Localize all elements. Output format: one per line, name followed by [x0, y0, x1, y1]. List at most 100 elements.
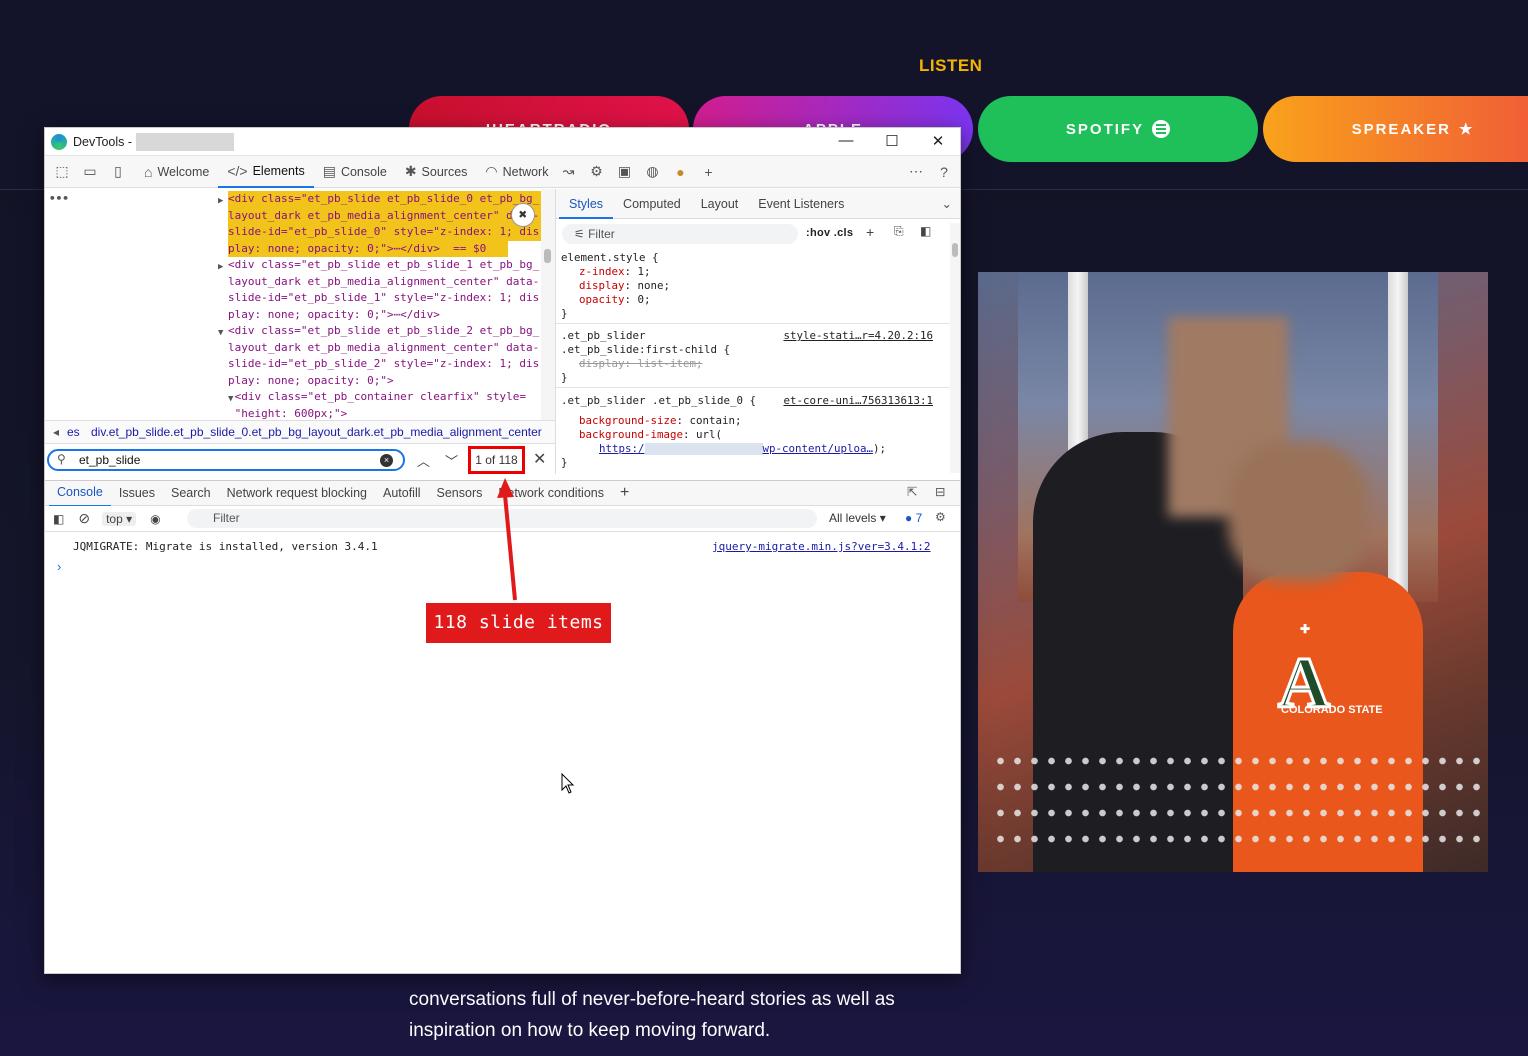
tab-computed[interactable]: Computed — [613, 189, 691, 219]
console-filter-input[interactable]: Filter — [187, 509, 817, 528]
close-search-icon[interactable]: ✕ — [533, 449, 546, 469]
close-drawer-icon[interactable]: ⊟ — [935, 484, 945, 499]
css-property[interactable]: z-index: 1; — [579, 265, 651, 279]
url-start[interactable]: https:/ — [599, 442, 645, 455]
rule-source-link[interactable]: style-stati…r=4.20.2:16 — [783, 329, 933, 343]
previous-match-icon[interactable]: ︿ — [417, 451, 430, 470]
css-property[interactable]: display: none; — [579, 279, 670, 293]
dom-node-line[interactable]: play: none; opacity: 0;">⋯</div> — [228, 307, 548, 324]
search-query[interactable]: et_pb_slide — [79, 453, 140, 467]
expand-arrow-icon[interactable]: ▶ — [218, 193, 223, 210]
dom-node-line[interactable]: play: none; opacity: 0;">⋯</div> == $0 — [228, 240, 508, 257]
maximize-button[interactable]: ☐ — [869, 132, 915, 150]
spotify-button[interactable]: SPOTIFY — [978, 96, 1258, 162]
listen-heading: LISTEN — [919, 56, 983, 75]
live-expression-icon[interactable]: ◉ — [150, 512, 160, 526]
drawer-tab-issues[interactable]: Issues — [111, 480, 163, 506]
tab-event-listeners[interactable]: Event Listeners — [748, 189, 854, 219]
inspect-element-icon[interactable]: ⬚ — [51, 161, 73, 183]
devtools-main-tabs: ⬚ ▭ ▯ ⌂ Welcome </> Elements ▤ Console ✱ Sou… — [45, 156, 960, 188]
css-property[interactable]: opacity: 0; — [579, 293, 651, 307]
elements-overflow-icon[interactable]: ••• — [49, 191, 69, 208]
accessibility-icon[interactable]: ✖ — [511, 203, 535, 227]
add-drawer-tab-icon[interactable]: + — [612, 480, 637, 506]
dom-node-line[interactable]: play: none; opacity: 0;"> — [228, 373, 548, 390]
rule-selector: element.style { — [561, 251, 659, 264]
network-globe-icon[interactable]: ◍ — [641, 161, 663, 183]
spreaker-button[interactable]: SPREAKER ★ — [1263, 96, 1528, 162]
console-message-source[interactable]: jquery-migrate.min.js?ver=3.4.1:2 — [712, 540, 931, 553]
log-levels-select[interactable]: All levels ▾ — [829, 511, 886, 525]
element-state-icon[interactable]: ⎘ — [894, 224, 904, 239]
chevron-down-icon[interactable]: ⌄ — [942, 196, 952, 211]
drawer-tab-network-conditions[interactable]: Network conditions — [490, 480, 612, 506]
slider-pagination-dots[interactable] — [992, 748, 1482, 848]
expand-arrow-icon[interactable]: ▶ — [218, 259, 223, 276]
dom-node-line[interactable]: <div class="et_pb_container clearfix" st… — [228, 389, 548, 406]
property-name: opacity — [579, 293, 625, 306]
rule-source-link[interactable]: et-core-uni…756313613:1 — [783, 394, 933, 408]
help-icon[interactable]: ? — [933, 161, 955, 183]
css-property[interactable]: background-image: url( — [579, 428, 722, 442]
drawer-tab-network-request-blocking[interactable]: Network request blocking — [219, 480, 375, 506]
styles-filter-input[interactable]: ⚟ Filter — [562, 224, 798, 244]
dom-node-line[interactable]: <div class="et_pb_slide et_pb_slide_0 et… — [228, 191, 548, 208]
issues-count-badge[interactable]: ● 7 — [905, 511, 922, 525]
dom-node-line[interactable]: layout_dark et_pb_media_alignment_center… — [228, 340, 548, 357]
drawer-tab-autofill[interactable]: Autofill — [375, 480, 429, 506]
memory-icon[interactable]: ⚙ — [585, 161, 607, 183]
minimize-button[interactable]: — — [823, 132, 869, 149]
dom-node-line[interactable]: slide-id="et_pb_slide_2" style="z-index:… — [228, 356, 548, 373]
new-rule-icon[interactable]: + — [866, 224, 874, 240]
dom-node-line[interactable]: layout_dark et_pb_media_alignment_center… — [228, 207, 548, 224]
dom-search-input[interactable]: ⚲ et_pb_slide × — [47, 449, 405, 471]
tab-console[interactable]: ▤ Console — [314, 156, 396, 188]
sidebar-toggle-icon[interactable]: ◧ — [920, 224, 931, 238]
breadcrumb[interactable]: ◂ es div.et_pb_slide.et_pb_slide_0.et_pb… — [45, 420, 555, 444]
breadcrumb-left-arrow-icon[interactable]: ◂ — [53, 421, 59, 443]
dom-node-line[interactable]: slide-id="et_pb_slide_0" style="z-index:… — [228, 224, 548, 241]
dom-node-line[interactable]: <div class="et_pb_slide et_pb_slide_1 et… — [228, 257, 548, 274]
cookie-icon[interactable]: ● — [669, 161, 691, 183]
tab-layout[interactable]: Layout — [691, 189, 749, 219]
elements-scrollbar[interactable] — [541, 189, 555, 420]
console-prompt[interactable]: › — [57, 559, 61, 574]
tab-elements-label: Elements — [252, 163, 305, 178]
dom-node-line[interactable]: "height: 600px;"> — [228, 406, 548, 421]
rule-divider — [556, 387, 951, 388]
drawer-tab-sensors[interactable]: Sensors — [429, 480, 491, 506]
dom-node-line[interactable]: slide-id="et_pb_slide_1" style="z-index:… — [228, 290, 548, 307]
collapse-arrow-icon[interactable]: ▼ — [218, 325, 223, 342]
tab-network[interactable]: ◠ Network — [476, 156, 557, 188]
console-sidebar-icon[interactable]: ◧ — [53, 512, 64, 526]
more-options-icon[interactable]: ⋯ — [905, 161, 927, 183]
tab-styles[interactable]: Styles — [559, 189, 614, 219]
hov-cls-toggles[interactable]: :hov .cls — [806, 227, 853, 239]
context-select[interactable]: top ▾ — [102, 511, 137, 526]
css-property-overridden[interactable]: display: list-item; — [579, 357, 703, 371]
clear-console-icon[interactable]: ⊘ — [78, 510, 90, 527]
drawer-tab-search[interactable]: Search — [163, 480, 219, 506]
dock-drawer-icon[interactable]: ⇱ — [907, 484, 917, 499]
breadcrumb-current[interactable]: div.et_pb_slide.et_pb_slide_0.et_pb_bg_l… — [91, 425, 542, 439]
css-property[interactable]: background-size: contain; — [579, 414, 742, 428]
tab-elements[interactable]: </> Elements — [218, 156, 314, 188]
dock-side-icon[interactable]: ▯ — [107, 161, 129, 183]
tab-sources[interactable]: ✱ Sources — [396, 156, 477, 188]
next-match-icon[interactable]: ﹀ — [445, 451, 458, 470]
dom-node-line[interactable]: layout_dark et_pb_media_alignment_center… — [228, 274, 548, 291]
performance-icon[interactable]: ↝ — [557, 161, 579, 183]
breadcrumb-prefix[interactable]: es — [67, 421, 80, 443]
add-tab-icon[interactable]: + — [697, 161, 719, 183]
clear-search-icon[interactable]: × — [380, 454, 393, 467]
tab-welcome[interactable]: ⌂ Welcome — [135, 156, 218, 188]
css-url-value[interactable]: https:/ wp-content/uploa…); — [599, 442, 886, 456]
styles-scrollbar[interactable] — [950, 223, 960, 473]
url-end[interactable]: wp-content/uploa… — [763, 442, 874, 455]
device-toolbar-icon[interactable]: ▭ — [79, 161, 101, 183]
close-window-button[interactable]: ✕ — [915, 132, 960, 150]
application-icon[interactable]: ▣ — [613, 161, 635, 183]
drawer-tab-console[interactable]: Console — [49, 479, 111, 507]
dom-node-line[interactable]: <div class="et_pb_slide et_pb_slide_2 et… — [228, 323, 548, 340]
console-settings-gear-icon[interactable]: ⚙ — [935, 510, 946, 524]
